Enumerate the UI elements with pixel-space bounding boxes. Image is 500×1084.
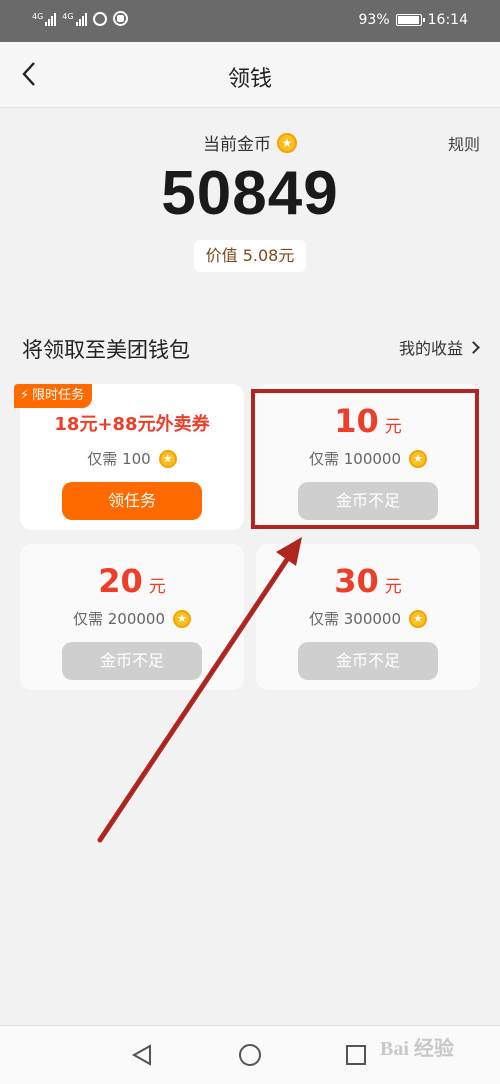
requirement-text: 仅需 100000	[308, 450, 402, 468]
requirement-text: 仅需 300000	[308, 610, 402, 628]
task-requirement: 仅需 100 ★	[20, 448, 244, 469]
signal-icon: 4G	[62, 12, 87, 26]
status-right: 93% 16:14	[359, 12, 468, 28]
coin-balance: 50849	[161, 159, 339, 228]
insufficient-coins-button[interactable]: 金币不足	[298, 642, 438, 680]
status-left-icons: 4G 4G	[32, 11, 128, 26]
alarm-icon	[92, 11, 107, 26]
withdraw-requirement: 仅需 100000 ★	[256, 448, 480, 469]
limited-task-tag: ⚡ 限时任务	[14, 384, 93, 408]
coin-icon: ★	[158, 449, 177, 468]
requirement-text: 仅需 100	[87, 450, 151, 468]
page-title: 领钱	[227, 67, 272, 92]
amount-number: 10	[334, 402, 379, 440]
chevron-right-icon	[467, 340, 480, 354]
rules-link[interactable]: 规则	[448, 131, 480, 155]
coin-icon: ★	[173, 609, 192, 628]
page-header: 领钱	[0, 42, 500, 108]
amount-number: 20	[98, 562, 143, 600]
my-earnings-label: 我的收益	[398, 339, 463, 358]
task-reward: 18元+88元外卖券	[54, 414, 210, 435]
amount-unit: 元	[384, 417, 402, 437]
section-title: 将领取至美团钱包	[22, 338, 190, 362]
my-earnings-link[interactable]: 我的收益	[398, 335, 480, 359]
signal-icon: 4G	[32, 12, 57, 26]
app-notification-icon	[112, 11, 128, 26]
requirement-text: 仅需 200000	[72, 610, 166, 628]
withdraw-card-30: 30 元 仅需 300000 ★ 金币不足	[256, 544, 480, 690]
task-card: ⚡ 限时任务 18元+88元外卖券 仅需 100 ★ 领任务	[14, 384, 244, 530]
withdraw-amount: 10 元	[256, 402, 480, 440]
home-circle-icon[interactable]	[237, 1042, 263, 1068]
insufficient-coins-button[interactable]: 金币不足	[62, 642, 202, 680]
withdraw-amount: 20 元	[20, 562, 244, 600]
lightning-icon: ⚡	[20, 388, 30, 403]
status-bar: 4G 4G 93% 16:14	[0, 0, 500, 42]
withdraw-requirement: 仅需 300000 ★	[256, 608, 480, 629]
battery-percent: 93%	[358, 12, 390, 28]
amount-unit: 元	[148, 577, 166, 597]
clock: 16:14	[427, 12, 468, 28]
recent-square-icon[interactable]	[343, 1042, 369, 1068]
coin-icon: ★	[277, 132, 297, 153]
coin-icon: ★	[409, 449, 428, 468]
withdraw-amount: 30 元	[256, 562, 480, 600]
limited-task-label: 限时任务	[32, 388, 85, 403]
current-coins-text: 当前金币	[203, 135, 271, 155]
amount-number: 30	[334, 562, 379, 600]
current-coins-label: 当前金币 ★	[0, 130, 500, 155]
withdraw-card-20: 20 元 仅需 200000 ★ 金币不足	[20, 544, 244, 690]
claim-task-button[interactable]: 领任务	[62, 482, 202, 520]
withdraw-requirement: 仅需 200000 ★	[20, 608, 244, 629]
battery-icon	[395, 14, 425, 26]
back-triangle-icon[interactable]	[130, 1042, 156, 1068]
amount-unit: 元	[384, 577, 402, 597]
withdraw-card-10: 10 元 仅需 100000 ★ 金币不足	[256, 384, 480, 530]
insufficient-coins-button[interactable]: 金币不足	[298, 482, 438, 520]
watermark: Bai 经验	[380, 1038, 454, 1060]
coin-value: 价值 5.08元	[194, 240, 306, 272]
coin-icon: ★	[409, 609, 428, 628]
